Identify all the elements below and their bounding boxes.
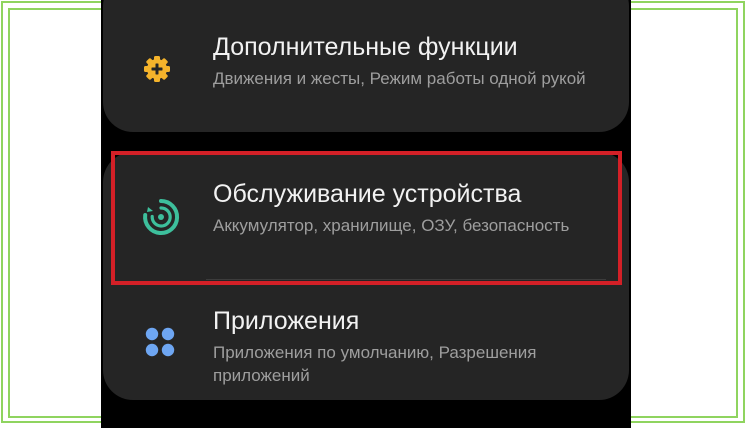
highlight-box bbox=[111, 151, 622, 285]
settings-item-title: Приложения bbox=[213, 307, 360, 335]
settings-item-subtitle: Приложения по умолчанию, Разрешения прил… bbox=[213, 343, 537, 385]
gear-plus-icon bbox=[144, 56, 170, 82]
settings-item-title: Дополнительные функции bbox=[213, 33, 518, 61]
settings-item-advanced-features[interactable] bbox=[103, 0, 629, 132]
settings-item-subtitle: Движения и жесты, Режим работы одной рук… bbox=[213, 69, 586, 88]
apps-grid-icon bbox=[145, 327, 175, 357]
